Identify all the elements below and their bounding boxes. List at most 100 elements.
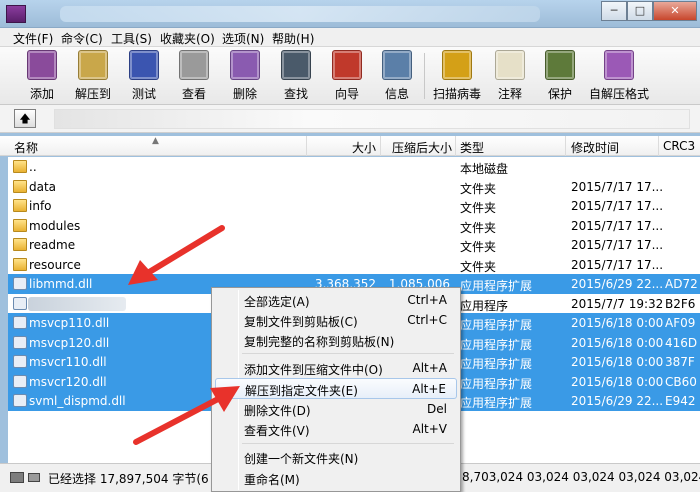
file-name: msvcr120.dll — [29, 374, 107, 389]
find-button[interactable]: 查找 — [273, 50, 319, 102]
minimize-button[interactable]: ─ — [601, 1, 627, 21]
col-crc[interactable]: CRC3 — [663, 139, 695, 153]
toolbar-separator — [424, 53, 425, 99]
file-modified: 2015/7/17 17... — [571, 257, 664, 272]
scan-virus-button[interactable]: 扫描病毒 — [432, 50, 482, 102]
add-archive-icon — [27, 50, 57, 80]
menu-favorites[interactable]: 收藏夹(O) — [160, 30, 215, 47]
file-type: 文件夹 — [460, 181, 497, 196]
protect-button[interactable]: 保护 — [537, 50, 583, 102]
file-modified: 2015/6/29 22... — [571, 277, 664, 291]
delete-icon — [230, 50, 260, 80]
folder-icon — [13, 160, 27, 173]
file-name: resource — [29, 257, 81, 272]
status-selection-text: 已经选择 17,897,504 字节(6 个文 — [48, 472, 237, 486]
file-modified: 2015/7/17 17... — [571, 179, 664, 194]
file-name: svml_dispmd.dll — [29, 394, 126, 408]
ctx-extract-to-folder[interactable]: 解压到指定文件夹(E) Alt+E — [215, 378, 457, 399]
ctx-delete-files[interactable]: 删除文件(D) Del — [215, 399, 457, 420]
menu-tools[interactable]: 工具(S) — [111, 30, 152, 47]
view-label: 查看 — [181, 87, 206, 101]
menu-help[interactable]: 帮助(H) — [272, 30, 314, 47]
file-type: 文件夹 — [460, 201, 497, 215]
file-modified: 2015/7/17 17... — [571, 238, 664, 252]
folder-icon — [13, 218, 27, 232]
sort-ascending-icon: ▲ — [152, 136, 159, 146]
sfx-format-icon — [604, 50, 634, 80]
file-name: .. — [29, 160, 37, 174]
scan-virus-label: 扫描病毒 — [432, 87, 481, 101]
close-button[interactable]: ✕ — [653, 1, 697, 21]
file-modified: 2015/6/18 0:00 — [571, 316, 664, 330]
key-icon[interactable] — [28, 473, 40, 482]
ctx-rename[interactable]: 重命名(M) — [215, 468, 457, 489]
col-packed[interactable]: 压缩后大小 — [392, 139, 452, 156]
file-name: modules — [29, 218, 81, 233]
test-button[interactable]: 测试 — [121, 50, 167, 102]
ctx-copy-files[interactable]: 复制文件到剪贴板(C) Ctrl+C — [215, 310, 457, 331]
comment-button[interactable]: 注释 — [487, 50, 533, 102]
dll-file-icon — [13, 355, 27, 368]
folder-icon — [13, 199, 27, 212]
sfx-format-button[interactable]: 自解压格式 — [588, 50, 650, 102]
view-button[interactable]: 查看 — [171, 50, 217, 102]
up-folder-button[interactable]: 🡅 — [14, 109, 36, 128]
wizard-button[interactable]: 向导 — [324, 50, 370, 102]
ctx-view-file[interactable]: 查看文件(V) Alt+V — [215, 419, 457, 440]
dll-file-icon — [13, 277, 27, 290]
wizard-label: 向导 — [334, 87, 359, 101]
file-crc: 387F — [665, 355, 695, 369]
ctx-shortcut: Del — [427, 402, 447, 416]
col-modified[interactable]: 修改时间 — [571, 139, 619, 156]
drive-icon[interactable] — [10, 472, 24, 483]
menu-commands[interactable]: 命令(C) — [61, 30, 103, 47]
ctx-copy-full-names[interactable]: 复制完整的名称到剪贴板(N) — [215, 330, 457, 351]
ctx-select-all[interactable]: 全部选定(A) Ctrl+A — [215, 290, 457, 311]
view-glasses-icon — [179, 50, 209, 80]
file-row-resource[interactable]: resource 文件夹 2015/7/17 17... — [8, 255, 700, 275]
ctx-shortcut: Alt+A — [412, 361, 447, 375]
file-type: 本地磁盘 — [460, 162, 509, 176]
delete-button[interactable]: 删除 — [222, 50, 268, 102]
file-modified: 2015/6/18 0:00 — [571, 355, 664, 369]
menu-options[interactable]: 选项(N) — [222, 30, 264, 47]
path-field-blurred[interactable] — [54, 109, 690, 129]
file-type: 应用程序扩展 — [460, 337, 533, 352]
winrar-app-icon — [6, 5, 26, 23]
file-row-modules[interactable]: modules 文件夹 2015/7/17 17... — [8, 216, 700, 236]
file-type: 应用程序扩展 — [460, 396, 533, 410]
file-modified: 2015/7/7 19:32 — [571, 296, 664, 311]
extract-to-icon — [78, 50, 108, 80]
ctx-shortcut: Alt+E — [412, 382, 446, 396]
info-label: 信息 — [384, 87, 409, 101]
col-name[interactable]: 名称 — [14, 139, 38, 156]
delete-label: 删除 — [232, 87, 257, 101]
file-row-data[interactable]: data 文件夹 2015/7/17 17... — [8, 177, 700, 197]
info-button[interactable]: 信息 — [374, 50, 420, 102]
file-type: 文件夹 — [460, 240, 497, 254]
maximize-button[interactable]: □ — [627, 1, 653, 21]
title-bar: ─ □ ✕ — [0, 0, 700, 28]
file-crc: AF09 — [665, 316, 696, 330]
file-type: 文件夹 — [460, 220, 497, 235]
add-button[interactable]: 添加 — [19, 50, 65, 102]
col-size[interactable]: 大小 — [352, 139, 376, 156]
ctx-add-to-archive[interactable]: 添加文件到压缩文件中(O) Alt+A — [215, 358, 457, 379]
wizard-icon — [332, 50, 362, 80]
status-right-text: 8,703,024 03,024 03,024 03,024 03,024 — [462, 470, 700, 484]
extract-to-button[interactable]: 解压到 — [70, 50, 116, 102]
ctx-new-folder[interactable]: 创建一个新文件夹(N) — [215, 447, 457, 468]
file-row-parent[interactable]: .. 本地磁盘 — [8, 157, 700, 177]
file-row-info[interactable]: info 文件夹 2015/7/17 17... — [8, 196, 700, 216]
file-type: 应用程序扩展 — [460, 279, 533, 293]
file-modified: 2015/7/17 17... — [571, 199, 664, 213]
window-title-blurred — [60, 6, 540, 22]
menu-file[interactable]: 文件(F) — [13, 30, 53, 47]
dll-file-icon — [13, 335, 27, 349]
file-row-readme[interactable]: readme 文件夹 2015/7/17 17... — [8, 235, 700, 255]
file-name: info — [29, 199, 52, 213]
col-divider — [380, 136, 381, 156]
col-type[interactable]: 类型 — [460, 139, 484, 156]
test-label: 测试 — [131, 87, 156, 101]
menu-bar: 文件(F) 命令(C) 工具(S) 收藏夹(O) 选项(N) 帮助(H) — [0, 28, 700, 47]
